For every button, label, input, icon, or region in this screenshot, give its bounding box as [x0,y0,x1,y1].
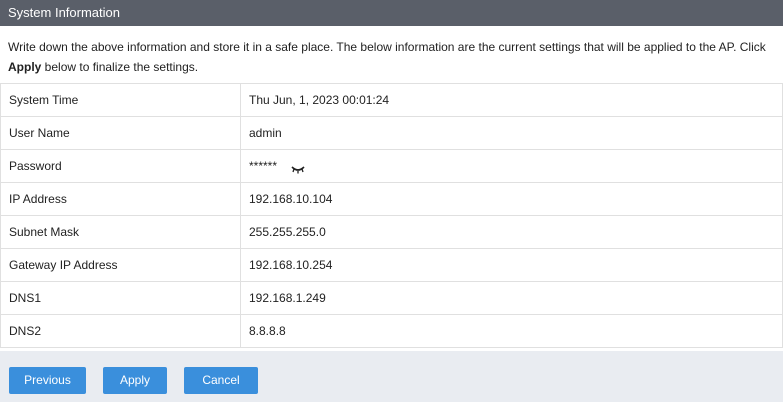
row-value: Thu Jun, 1, 2023 00:01:24 [240,83,783,117]
button-bar: Previous Apply Cancel [0,351,783,402]
system-info-table: System Time Thu Jun, 1, 2023 00:01:24 Us… [0,83,783,348]
table-row-user-name: User Name admin [0,116,783,150]
previous-button[interactable]: Previous [9,367,86,394]
row-label: Gateway IP Address [0,248,241,282]
table-row-dns1: DNS1 192.168.1.249 [0,281,783,315]
cancel-button[interactable]: Cancel [184,367,258,394]
instructions-text-start: Write down the above information and sto… [8,40,766,54]
table-row-password: Password ****** [0,149,783,183]
table-row-subnet-mask: Subnet Mask 255.255.255.0 [0,215,783,249]
row-label: IP Address [0,182,241,216]
password-value-cell: ****** [240,149,783,183]
row-value: 255.255.255.0 [240,215,783,249]
table-row-dns2: DNS2 8.8.8.8 [0,314,783,348]
row-value: 192.168.1.249 [240,281,783,315]
row-value: 8.8.8.8 [240,314,783,348]
eye-closed-icon[interactable] [291,163,305,174]
section-header: System Information [0,0,783,26]
row-label: DNS1 [0,281,241,315]
row-label: Subnet Mask [0,215,241,249]
apply-button[interactable]: Apply [103,367,167,394]
row-label: System Time [0,83,241,117]
instructions-text-end: below to finalize the settings. [41,60,199,74]
instructions-bold-apply: Apply [8,60,42,74]
table-row-ip-address: IP Address 192.168.10.104 [0,182,783,216]
row-label: DNS2 [0,314,241,348]
row-value: 192.168.10.104 [240,182,783,216]
table-row-system-time: System Time Thu Jun, 1, 2023 00:01:24 [0,83,783,117]
row-value: 192.168.10.254 [240,248,783,282]
row-value: admin [240,116,783,150]
table-row-gateway: Gateway IP Address 192.168.10.254 [0,248,783,282]
row-label: User Name [0,116,241,150]
section-title: System Information [8,5,120,20]
row-label: Password [0,149,241,183]
instructions-text: Write down the above information and sto… [8,37,783,77]
password-masked-value: ****** [249,159,278,173]
